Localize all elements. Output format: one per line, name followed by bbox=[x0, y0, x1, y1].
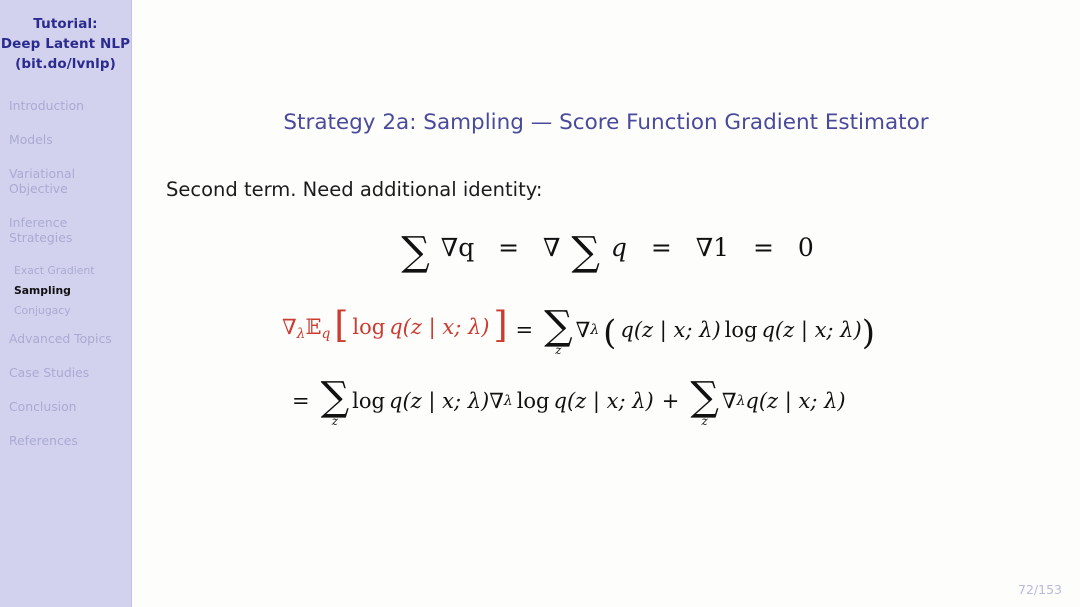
bracket-close: ] bbox=[493, 304, 508, 346]
bracket-open: [ bbox=[334, 304, 349, 346]
expectation-symbol: 𝔼 bbox=[305, 314, 322, 339]
sidebar-item-label: Case Studies bbox=[9, 365, 90, 380]
summation-symbol: ∑ bbox=[401, 228, 430, 275]
equation-identity: ∑ ∇q = ∇ ∑ q = ∇1 = 0 bbox=[132, 228, 1080, 275]
sidebar-subitem-label: Exact Gradient bbox=[14, 264, 95, 277]
log-operator: log bbox=[352, 389, 385, 413]
log-operator: log bbox=[516, 389, 550, 413]
equals-sign: = bbox=[498, 233, 520, 262]
sidebar-item-advanced-topics[interactable]: Advanced Topics bbox=[0, 331, 131, 346]
sidebar-subitem-sampling[interactable]: Sampling bbox=[0, 284, 131, 297]
sidebar-title-line-3: (bit.do/lvnlp) bbox=[15, 56, 116, 72]
sidebar-item-label: Introduction bbox=[9, 98, 85, 113]
sidebar-item-models[interactable]: Models bbox=[0, 132, 131, 147]
slide-content: Strategy 2a: Sampling — Score Function G… bbox=[132, 0, 1080, 607]
equals-sign: = bbox=[515, 318, 534, 342]
sidebar-subitem-conjugacy[interactable]: Conjugacy bbox=[0, 304, 131, 317]
sidebar-item-inference-strategies[interactable]: Inference Strategies bbox=[0, 215, 131, 245]
highlighted-expectation: ∇λ𝔼q[log q(z | x; λ)] bbox=[282, 304, 508, 346]
sidebar-nav: Introduction Models Variational Objectiv… bbox=[0, 98, 131, 448]
sidebar-item-introduction[interactable]: Introduction bbox=[0, 98, 131, 113]
sidebar-item-label: Inference bbox=[9, 215, 68, 230]
equals-sign: = bbox=[650, 233, 672, 262]
slide-root: Tutorial: Deep Latent NLP (bit.do/lvnlp)… bbox=[0, 0, 1080, 607]
sidebar-subitem-exact-gradient[interactable]: Exact Gradient bbox=[0, 264, 131, 277]
nabla-one: ∇1 bbox=[695, 233, 730, 262]
summation-symbol: ∑ z bbox=[690, 373, 719, 428]
summation-symbol: ∑ z bbox=[544, 302, 573, 357]
sidebar-group-inference-strategies: Inference Strategies Exact Gradient Samp… bbox=[0, 215, 131, 317]
sidebar-item-case-studies[interactable]: Case Studies bbox=[0, 365, 131, 380]
derivation-line-2: = ∑ z log q (z | x; λ) ∇ λ log q (z | x; λ) + ∑… bbox=[292, 373, 846, 428]
sidebar-item-label: References bbox=[9, 433, 78, 448]
summation-symbol: ∑ z bbox=[320, 373, 350, 428]
sidebar-subitem-label: Sampling bbox=[14, 284, 71, 297]
sidebar: Tutorial: Deep Latent NLP (bit.do/lvnlp)… bbox=[0, 0, 132, 607]
sidebar-item-references[interactable]: References bbox=[0, 433, 131, 448]
sidebar-item-label-second-line: Objective bbox=[9, 181, 68, 196]
sidebar-item-label: Variational bbox=[9, 166, 76, 181]
sidebar-item-variational-objective[interactable]: Variational Objective bbox=[0, 166, 131, 196]
sidebar-item-label: Advanced Topics bbox=[9, 331, 112, 346]
sidebar-subitem-label: Conjugacy bbox=[14, 304, 71, 317]
page-number: 72/153 bbox=[1018, 582, 1062, 597]
nabla-symbol: ∇ bbox=[542, 233, 561, 262]
derivation-line-1: ∇λ𝔼q[log q(z | x; λ)] = ∑ z ∇ λ(q (z | x; λ… bbox=[282, 302, 875, 357]
sidebar-item-label-second-line: Strategies bbox=[9, 230, 73, 245]
zero-value: 0 bbox=[797, 233, 814, 262]
plus-sign: + bbox=[661, 389, 680, 413]
variable-q: q bbox=[610, 233, 627, 262]
sidebar-title-line-2: Deep Latent NLP bbox=[0, 36, 131, 52]
lead-paragraph: Second term. Need additional identity: bbox=[166, 178, 543, 201]
sidebar-item-label: Conclusion bbox=[9, 399, 77, 414]
nabla-q: ∇q bbox=[440, 233, 475, 262]
sidebar-item-label: Models bbox=[9, 132, 53, 147]
summation-symbol: ∑ bbox=[571, 228, 600, 275]
equals-sign: = bbox=[292, 389, 310, 413]
page-title: Strategy 2a: Sampling — Score Function G… bbox=[283, 110, 929, 135]
sidebar-item-conclusion[interactable]: Conclusion bbox=[0, 399, 131, 414]
sidebar-title-line-1: Tutorial: bbox=[33, 16, 98, 32]
log-operator: log bbox=[352, 314, 386, 339]
equals-sign: = bbox=[752, 233, 774, 262]
log-operator: log bbox=[724, 318, 758, 342]
sidebar-title: Tutorial: Deep Latent NLP (bit.do/lvnlp) bbox=[0, 0, 131, 74]
equation-derivation: ∇λ𝔼q[log q(z | x; λ)] = ∑ z ∇ λ(q (z | x; λ… bbox=[282, 302, 1080, 428]
